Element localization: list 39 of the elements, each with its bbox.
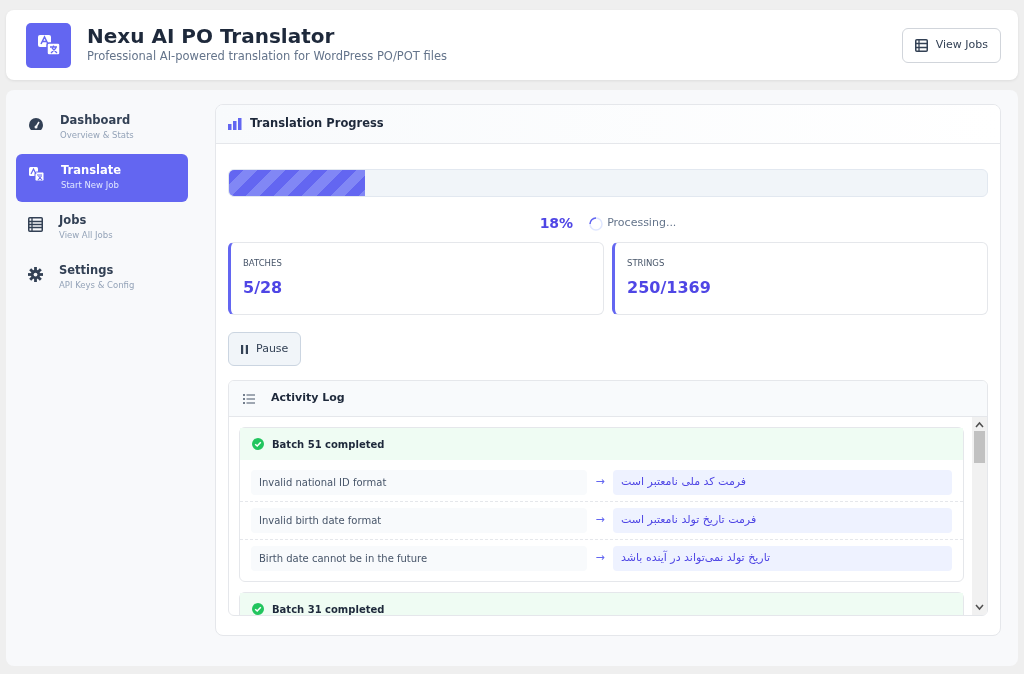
log-title: Activity Log	[271, 390, 345, 407]
batch-title: Batch 31 completed	[272, 602, 385, 615]
translation-text: فرمت تاریخ تولد نامعتبر است	[613, 508, 952, 533]
settings-icon	[28, 266, 43, 282]
spinner-icon	[589, 216, 604, 231]
sidebar-item[interactable]: Settings API Keys & Config	[16, 254, 188, 302]
bar-chart-icon	[228, 118, 242, 130]
stat-value: 250/1369	[627, 276, 712, 299]
stat-label: STRINGS	[627, 257, 666, 270]
sidebar-item[interactable]: Jobs View All Jobs	[16, 204, 188, 252]
batch-title: Batch 51 completed	[272, 437, 385, 452]
stat-label: BATCHES	[243, 257, 283, 270]
translation-text: تاریخ تولد نمی‌تواند در آینده باشد	[613, 546, 952, 571]
translation-text: فرمت کد ملی نامعتبر است	[613, 470, 952, 495]
table-icon	[914, 38, 928, 52]
sidebar-item[interactable]: Translate Start New Job	[16, 154, 188, 202]
stat-value: 5/28	[243, 276, 284, 299]
arrow-text: →	[594, 512, 606, 529]
sidebar-item[interactable]: Dashboard Overview & Stats	[16, 104, 188, 152]
translate-icon	[28, 166, 45, 182]
source-text: Invalid national ID format	[251, 470, 588, 495]
source-text: Invalid birth date format	[251, 508, 588, 533]
status-text: Processing...	[607, 215, 677, 232]
arrow-text: →	[594, 550, 606, 567]
arrow-text: →	[594, 474, 606, 491]
list-icon	[243, 393, 255, 404]
view-jobs-button[interactable]: View Jobs	[901, 27, 1001, 63]
pause-icon	[241, 344, 248, 354]
percent-text: 18%	[539, 214, 574, 233]
card-title: Translation Progress	[250, 115, 384, 133]
pause-button[interactable]: Pause	[228, 332, 302, 366]
source-text: Birth date cannot be in the future	[251, 546, 588, 571]
check-circle-icon	[252, 438, 264, 450]
gauge-icon	[28, 117, 44, 131]
app-title: Nexu AI PO Translator	[87, 24, 336, 49]
check-circle-icon	[252, 603, 264, 615]
app-subtitle: Professional AI-powered translation for WordPress PO/POT files	[87, 48, 448, 66]
table-icon	[28, 216, 43, 232]
translate-logo	[26, 22, 71, 68]
